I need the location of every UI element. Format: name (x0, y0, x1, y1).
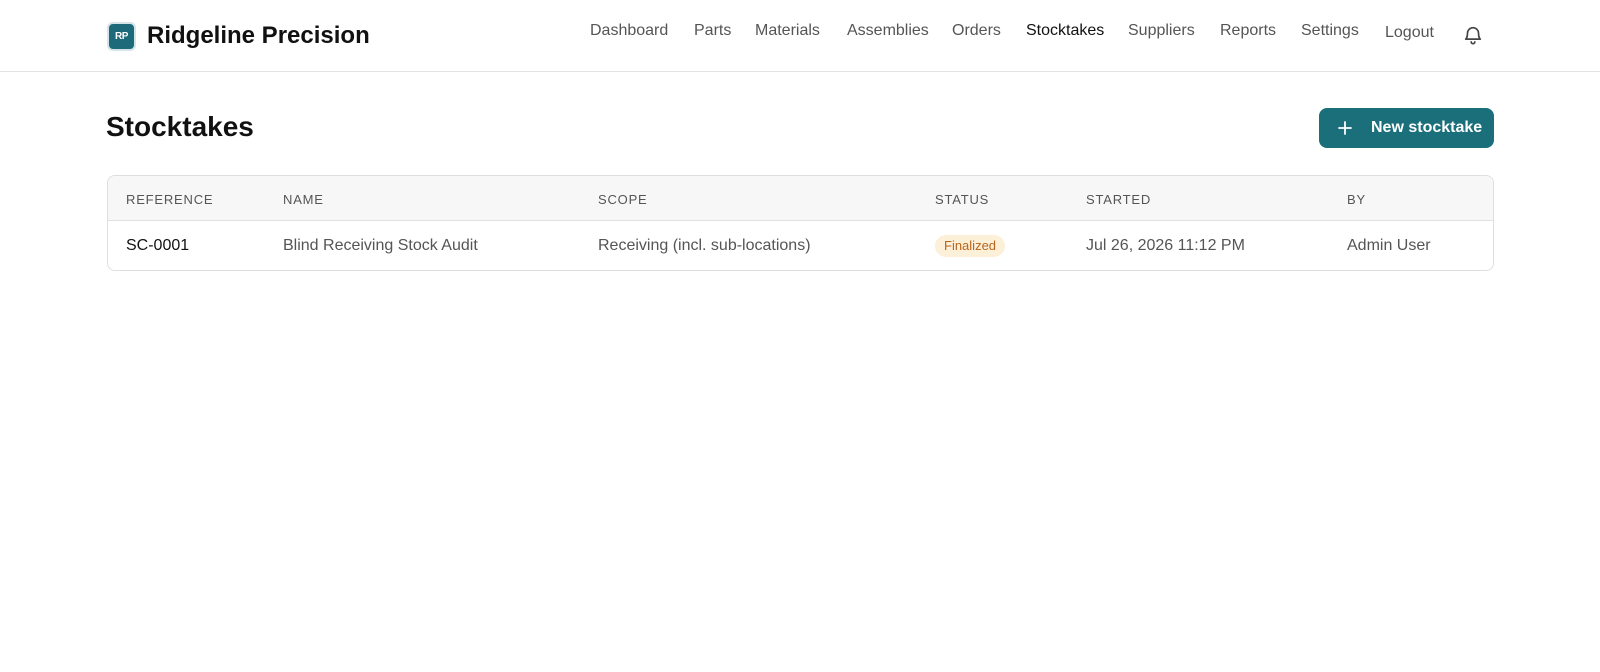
brand-name: Ridgeline Precision (147, 22, 370, 49)
top-navbar: RP Ridgeline Precision Dashboard Parts M… (0, 0, 1600, 72)
column-header-scope: Scope (598, 192, 648, 207)
table-row[interactable]: SC-0001 Blind Receiving Stock Audit Rece… (108, 221, 1493, 270)
row-scope: Receiving (incl. sub-locations) (598, 237, 811, 254)
nav-settings[interactable]: Settings (1301, 22, 1359, 40)
column-header-reference: Reference (126, 192, 214, 207)
logo: RP (107, 21, 136, 51)
nav-assemblies[interactable]: Assemblies (847, 22, 929, 40)
column-header-status: Status (935, 192, 990, 207)
column-header-name: Name (283, 192, 324, 207)
nav-stocktakes[interactable]: Stocktakes (1026, 22, 1104, 40)
column-header-started: Started (1086, 192, 1152, 207)
nav-logout[interactable]: Logout (1385, 24, 1434, 42)
table-header: Reference Name Scope Status Started By (108, 176, 1493, 221)
nav-suppliers[interactable]: Suppliers (1128, 22, 1195, 40)
row-reference[interactable]: SC-0001 (126, 237, 189, 255)
column-header-by: By (1347, 192, 1366, 207)
row-started: Jul 26, 2026 11:12 PM (1086, 237, 1245, 254)
row-name: Blind Receiving Stock Audit (283, 237, 478, 254)
nav-materials[interactable]: Materials (755, 22, 820, 40)
new-stocktake-label: New stocktake (1371, 119, 1483, 136)
brand[interactable]: RP Ridgeline Precision (107, 20, 370, 52)
plus-icon (1338, 121, 1352, 135)
nav-dashboard[interactable]: Dashboard (590, 22, 668, 40)
nav-reports[interactable]: Reports (1220, 22, 1276, 40)
status-badge: Finalized (935, 235, 1006, 257)
stocktakes-table: Reference Name Scope Status Started By S… (107, 175, 1494, 271)
nav-parts[interactable]: Parts (694, 22, 731, 40)
nav-orders[interactable]: Orders (952, 22, 1001, 40)
new-stocktake-button[interactable]: New stocktake (1319, 108, 1494, 148)
row-by: Admin User (1347, 237, 1431, 254)
page-title: Stocktakes (106, 111, 254, 142)
bell-icon[interactable] (1462, 24, 1484, 46)
